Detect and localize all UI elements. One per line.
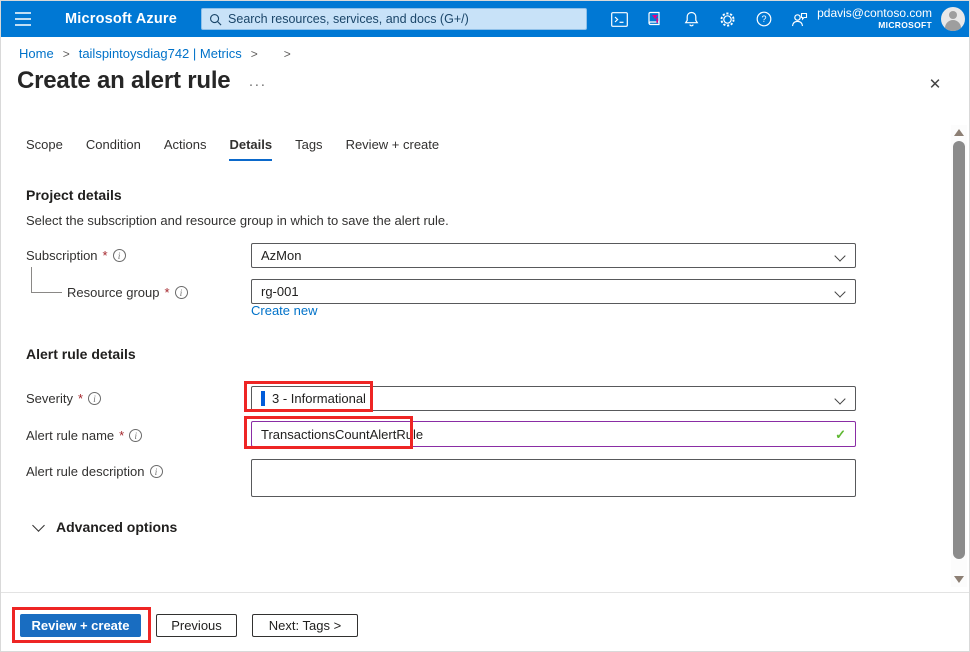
page-title: Create an alert rule <box>17 67 230 95</box>
chevron-down-icon <box>834 250 845 261</box>
account-info[interactable]: pdavis@contoso.com MICROSOFT <box>817 7 932 31</box>
severity-dropdown[interactable]: 3 - Informational <box>251 386 856 411</box>
indent-connector <box>31 292 62 293</box>
alert-rule-name-value: TransactionsCountAlertRule <box>261 427 423 442</box>
top-bar: Microsoft Azure ? <box>1 1 970 37</box>
info-icon[interactable]: i <box>150 465 163 478</box>
search-icon <box>209 13 222 26</box>
project-details-heading: Project details <box>26 187 122 203</box>
breadcrumb-separator: > <box>63 47 70 61</box>
tab-actions[interactable]: Actions <box>164 137 207 161</box>
resource-group-dropdown[interactable]: rg-001 <box>251 279 856 304</box>
alert-rule-name-input[interactable]: TransactionsCountAlertRule ✓ <box>251 421 856 447</box>
chevron-down-icon <box>32 519 45 532</box>
required-asterisk: * <box>103 248 108 263</box>
tab-scope[interactable]: Scope <box>26 137 63 161</box>
indent-connector <box>31 267 32 292</box>
previous-button[interactable]: Previous <box>156 614 237 637</box>
alert-rule-description-label: Alert rule description i <box>26 464 163 479</box>
topbar-icon-group: ? <box>609 9 810 30</box>
close-icon[interactable]: ✕ <box>925 74 945 94</box>
alert-rule-details-heading: Alert rule details <box>26 346 136 362</box>
chevron-down-icon <box>834 286 845 297</box>
tab-condition[interactable]: Condition <box>86 137 141 161</box>
svg-text:?: ? <box>761 14 766 24</box>
breadcrumb: Home > tailspintoysdiag742 | Metrics > > <box>19 46 291 61</box>
resource-group-value: rg-001 <box>261 284 299 299</box>
scroll-up-arrow-icon[interactable] <box>954 129 964 136</box>
wizard-tabs: Scope Condition Actions Details Tags Rev… <box>26 137 439 161</box>
review-create-button[interactable]: Review + create <box>20 614 141 637</box>
info-icon[interactable]: i <box>113 249 126 262</box>
tab-details[interactable]: Details <box>229 137 272 161</box>
user-organization: MICROSOFT <box>817 21 932 31</box>
hamburger-menu-icon[interactable] <box>1 1 45 37</box>
subscription-dropdown[interactable]: AzMon <box>251 243 856 268</box>
notifications-bell-icon[interactable] <box>681 9 702 30</box>
microsoft-azure-logo[interactable]: Microsoft Azure <box>65 11 177 27</box>
breadcrumb-separator: > <box>251 47 258 61</box>
settings-gear-icon[interactable] <box>717 9 738 30</box>
severity-color-bar-icon <box>261 391 265 406</box>
required-asterisk: * <box>165 285 170 300</box>
user-email: pdavis@contoso.com <box>817 7 932 21</box>
info-icon[interactable]: i <box>88 392 101 405</box>
tab-tags[interactable]: Tags <box>295 137 322 161</box>
global-search-box[interactable] <box>201 8 587 30</box>
breadcrumb-metrics-link[interactable]: tailspintoysdiag742 | Metrics <box>79 46 242 61</box>
search-input[interactable] <box>228 12 579 26</box>
help-icon[interactable]: ? <box>753 9 774 30</box>
severity-value: 3 - Informational <box>272 391 366 406</box>
scrollbar-thumb[interactable] <box>953 141 965 559</box>
info-icon[interactable]: i <box>129 429 142 442</box>
chevron-down-icon <box>834 393 845 404</box>
avatar[interactable] <box>941 7 965 31</box>
breadcrumb-separator: > <box>284 47 291 61</box>
severity-label: Severity * i <box>26 391 101 406</box>
scroll-down-arrow-icon[interactable] <box>954 576 964 583</box>
cloud-shell-icon[interactable] <box>609 9 630 30</box>
subscription-label: Subscription * i <box>26 248 126 263</box>
required-asterisk: * <box>119 428 124 443</box>
breadcrumb-home-link[interactable]: Home <box>19 46 54 61</box>
vertical-scrollbar[interactable] <box>951 125 967 587</box>
alert-rule-name-label: Alert rule name * i <box>26 428 142 443</box>
tab-review-create[interactable]: Review + create <box>346 137 440 161</box>
resource-group-label: Resource group * i <box>67 285 188 300</box>
create-new-link[interactable]: Create new <box>251 303 317 318</box>
required-asterisk: * <box>78 391 83 406</box>
advanced-options-toggle[interactable]: Advanced options <box>34 519 177 535</box>
next-tags-button[interactable]: Next: Tags > <box>252 614 358 637</box>
info-icon[interactable]: i <box>175 286 188 299</box>
advanced-options-label: Advanced options <box>56 519 177 535</box>
project-details-description: Select the subscription and resource gro… <box>26 213 449 228</box>
subscription-value: AzMon <box>261 248 301 263</box>
footer-divider <box>1 592 970 593</box>
valid-checkmark-icon: ✓ <box>835 427 846 443</box>
feedback-icon[interactable] <box>789 9 810 30</box>
azure-portal-window: Microsoft Azure ? <box>0 0 970 652</box>
more-options-ellipsis-icon[interactable]: ··· <box>248 76 266 93</box>
directory-filter-icon[interactable] <box>645 9 666 30</box>
alert-rule-description-input[interactable] <box>251 459 856 497</box>
